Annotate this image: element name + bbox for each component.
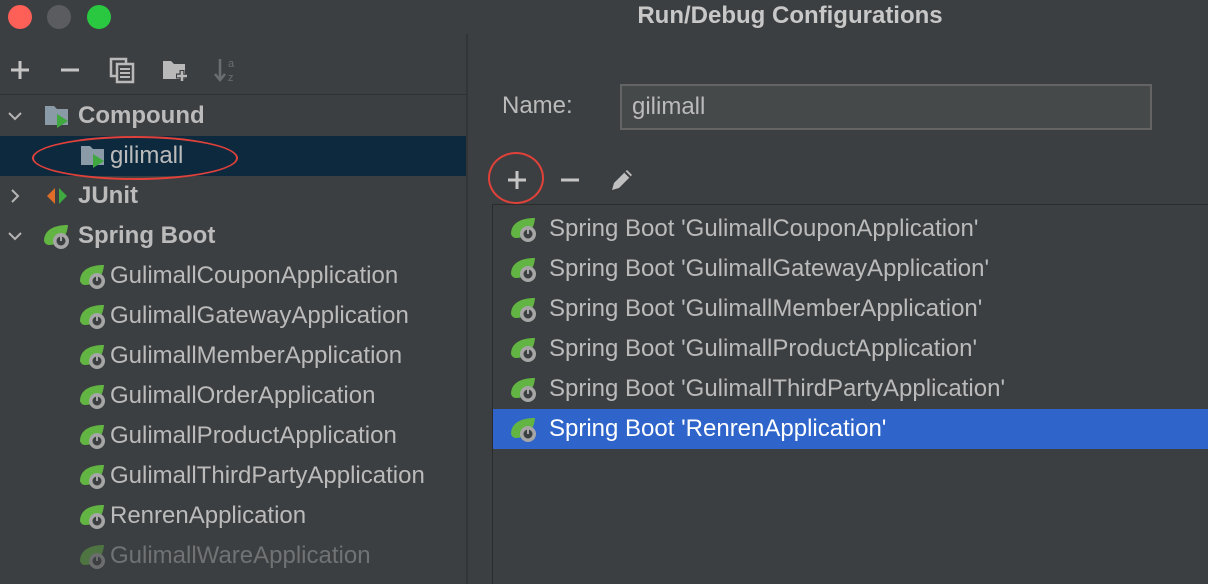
spring-boot-icon — [507, 212, 541, 246]
configurations-toolbar: a z — [0, 50, 466, 92]
add-icon[interactable] — [497, 160, 537, 200]
list-item-label: Spring Boot 'RenrenApplication' — [549, 415, 887, 442]
list-item[interactable]: Spring Boot 'GulimallProductApplication' — [493, 329, 1208, 369]
title-bar: Run/Debug Configurations — [0, 0, 1208, 34]
compound-icon — [40, 99, 74, 133]
tree-item-label: GulimallGatewayApplication — [110, 302, 409, 329]
tree-item-label: Spring Boot — [78, 222, 216, 249]
list-item[interactable]: Spring Boot 'GulimallMemberApplication' — [493, 289, 1208, 329]
spring-boot-icon — [507, 372, 541, 406]
spring-boot-icon — [507, 252, 541, 286]
tree-item-label: GulimallProductApplication — [110, 422, 397, 449]
tree-item[interactable]: GulimallThirdPartyApplication — [0, 456, 466, 496]
list-item[interactable]: Spring Boot 'GulimallThirdPartyApplicati… — [493, 369, 1208, 409]
minimize-window-button[interactable] — [47, 5, 71, 29]
zoom-window-button[interactable] — [87, 5, 111, 29]
junit-icon — [40, 179, 74, 213]
list-item-label: Spring Boot 'GulimallGatewayApplication' — [549, 255, 990, 282]
tree-item-label: GulimallMemberApplication — [110, 342, 403, 369]
remove-icon[interactable] — [50, 50, 90, 90]
tree-item-label: GulimallCouponApplication — [110, 262, 399, 289]
tree-item[interactable]: GulimallOrderApplication — [0, 376, 466, 416]
tree-item-label: RenrenApplication — [110, 502, 307, 529]
spring-boot-icon — [507, 332, 541, 366]
remove-icon[interactable] — [550, 160, 590, 200]
edit-pencil-icon[interactable] — [602, 160, 642, 200]
tree-item[interactable]: GulimallProductApplication — [0, 416, 466, 456]
tree-item-label: GulimallOrderApplication — [110, 382, 376, 409]
spring-boot-icon — [76, 459, 110, 493]
list-item[interactable]: Spring Boot 'GulimallGatewayApplication' — [493, 249, 1208, 289]
spring-boot-icon — [507, 292, 541, 326]
chevron-down-icon[interactable] — [5, 226, 25, 246]
spring-boot-icon — [507, 412, 541, 446]
configuration-editor: Name: Spring Boot 'GulimallCouponApplica… — [468, 34, 1208, 584]
tree-item[interactable]: GulimallGatewayApplication — [0, 296, 466, 336]
add-icon[interactable] — [0, 50, 40, 90]
spring-boot-icon — [76, 499, 110, 533]
svg-text:a: a — [228, 58, 235, 70]
tree-item-label: GulimallWareApplication — [110, 542, 371, 569]
compound-icon — [76, 139, 110, 173]
name-label: Name: — [502, 92, 573, 119]
spring-boot-icon — [76, 299, 110, 333]
tree-item[interactable]: GulimallMemberApplication — [0, 336, 466, 376]
list-item-label: Spring Boot 'GulimallProductApplication' — [549, 335, 978, 362]
new-folder-icon[interactable] — [155, 50, 195, 90]
tree-group[interactable]: JUnit — [0, 176, 466, 216]
toolbar-divider — [0, 94, 466, 95]
tree-item-label: JUnit — [78, 182, 138, 209]
tree-item[interactable]: GulimallCouponApplication — [0, 256, 466, 296]
sort-alpha-icon[interactable]: a z — [206, 50, 246, 90]
list-item-label: Spring Boot 'GulimallCouponApplication' — [549, 215, 979, 242]
tree-group[interactable]: Spring Boot — [0, 216, 466, 256]
tree-item[interactable]: GulimallWareApplication — [0, 536, 466, 576]
close-window-button[interactable] — [8, 5, 32, 29]
tree-item[interactable]: RenrenApplication — [0, 496, 466, 536]
list-item[interactable]: Spring Boot 'GulimallCouponApplication' — [493, 209, 1208, 249]
spring-boot-icon — [76, 339, 110, 373]
list-item[interactable]: Spring Boot 'RenrenApplication' — [493, 409, 1208, 449]
chevron-down-icon[interactable] — [5, 106, 25, 126]
list-item-label: Spring Boot 'GulimallMemberApplication' — [549, 295, 983, 322]
window-title: Run/Debug Configurations — [637, 2, 943, 29]
tree-group[interactable]: Compound — [0, 96, 466, 136]
spring-boot-icon — [76, 259, 110, 293]
copy-icon[interactable] — [102, 50, 142, 90]
spring-boot-icon — [40, 219, 74, 253]
name-input[interactable] — [620, 84, 1152, 130]
tree-item-label: GulimallThirdPartyApplication — [110, 462, 425, 489]
spring-boot-icon — [76, 379, 110, 413]
compound-config-list: Spring Boot 'GulimallCouponApplication' S… — [492, 204, 1208, 584]
chevron-right-icon[interactable] — [5, 186, 25, 206]
list-item-label: Spring Boot 'GulimallThirdPartyApplicati… — [549, 375, 1006, 402]
tree-item-label: Compound — [78, 102, 205, 129]
spring-boot-icon — [76, 419, 110, 453]
tree-item-label: gilimall — [110, 142, 184, 169]
spring-boot-icon — [76, 539, 110, 573]
tree-item[interactable]: gilimall — [0, 136, 466, 176]
svg-text:z: z — [228, 72, 234, 84]
